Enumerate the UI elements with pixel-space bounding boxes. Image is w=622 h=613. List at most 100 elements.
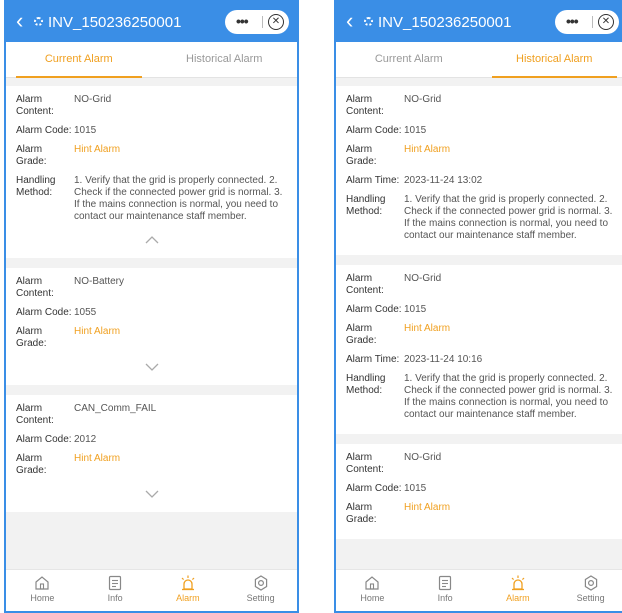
back-chevron-icon[interactable]: ‹ xyxy=(346,10,353,32)
alarm-content-label: Alarm Content: xyxy=(346,94,384,117)
expand-toggle[interactable] xyxy=(16,484,287,506)
chevron-down-icon[interactable] xyxy=(145,490,159,498)
alarm-content-value: NO-Battery xyxy=(74,276,125,287)
tab-historical-alarm[interactable]: Historical Alarm xyxy=(482,42,622,78)
alarm-grade-value: Hint Alarm xyxy=(404,502,451,513)
alarm-grade-label: Alarm Grade: xyxy=(346,144,377,167)
handling-method-value: 1. Verify that the grid is properly conn… xyxy=(404,194,613,241)
handling-method-label: Handling Method: xyxy=(346,373,386,396)
alarm-code-label: Alarm Code: xyxy=(16,307,72,318)
setting-icon xyxy=(254,575,267,591)
tabbar-setting-label: Setting xyxy=(246,593,275,603)
device-title: INV_150236250001 xyxy=(48,14,182,31)
alarm-content-label: Alarm Content: xyxy=(16,276,54,299)
alarm-grade-label: Alarm Grade: xyxy=(346,323,377,346)
alarm-card: Alarm Content: NO-Grid Alarm Code: 1015 Al… xyxy=(6,86,297,258)
tabbar-info[interactable]: Info xyxy=(79,570,152,611)
capsule-divider xyxy=(592,16,593,28)
tabbar-info[interactable]: Info xyxy=(409,570,482,611)
tabbar-alarm-label: Alarm xyxy=(176,593,200,603)
tabbar-setting[interactable]: Setting xyxy=(554,570,622,611)
alarm-content-label: Alarm Content: xyxy=(346,452,384,475)
alarm-grade-value: Hint Alarm xyxy=(404,144,451,155)
alarm-code-value: 1015 xyxy=(404,304,427,315)
header-bar: ‹ INV_150236250001 ••• ✕ xyxy=(6,2,297,42)
tab-historical-alarm[interactable]: Historical Alarm xyxy=(152,42,298,78)
chevron-down-icon[interactable] xyxy=(145,363,159,371)
home-icon xyxy=(365,576,379,590)
close-icon[interactable]: ✕ xyxy=(598,14,614,30)
tabbar-home[interactable]: Home xyxy=(336,570,409,611)
alarm-code-value: 1015 xyxy=(404,125,427,136)
alarm-content-label: Alarm Content: xyxy=(16,94,54,117)
alarm-code-label: Alarm Code: xyxy=(16,434,72,445)
alarm-content-value: NO-Grid xyxy=(404,452,442,463)
current-alarm-screen: ‹ INV_150236250001 ••• ✕ Current Alarm H… xyxy=(4,0,299,613)
alarm-list: Alarm Content: NO-Grid Alarm Code: 1015 Al… xyxy=(6,86,297,569)
alarm-code-label: Alarm Code: xyxy=(16,125,72,136)
header-bar: ‹ INV_150236250001 ••• ✕ xyxy=(336,2,622,42)
alarm-content-label: Alarm Content: xyxy=(16,403,54,426)
alarm-time-value: 2023-11-24 10:16 xyxy=(404,354,483,365)
capsule-divider xyxy=(262,16,263,28)
alarm-card: Alarm Content: NO-Battery Alarm Code: 1055… xyxy=(6,268,297,385)
alarm-code-label: Alarm Code: xyxy=(346,483,402,494)
alarm-grade-value: Hint Alarm xyxy=(74,453,121,464)
tabbar-info-label: Info xyxy=(437,593,453,603)
bottom-tab-bar: Home Info Alarm Setting xyxy=(6,569,297,611)
tabbar-alarm-label: Alarm xyxy=(506,593,530,603)
close-icon[interactable]: ✕ xyxy=(268,14,284,30)
alarm-list: Alarm Content: NO-Grid Alarm Code: 1015 Al… xyxy=(336,86,622,569)
tab-current-alarm[interactable]: Current Alarm xyxy=(6,42,152,78)
alarm-content-value: NO-Grid xyxy=(404,94,442,105)
alarm-icon xyxy=(181,575,195,591)
alarm-code-value: 1015 xyxy=(404,483,427,494)
collapse-toggle[interactable] xyxy=(16,230,287,252)
chevron-up-icon[interactable] xyxy=(145,236,159,244)
alarm-code-value: 1015 xyxy=(74,125,97,136)
back-chevron-icon[interactable]: ‹ xyxy=(16,10,23,32)
home-icon xyxy=(35,576,49,590)
device-icon xyxy=(364,17,373,26)
tabbar-home[interactable]: Home xyxy=(6,570,79,611)
alarm-grade-label: Alarm Grade: xyxy=(16,453,47,476)
alarm-code-label: Alarm Code: xyxy=(346,125,402,136)
tabbar-home-label: Home xyxy=(360,593,385,603)
alarm-content-value: CAN_Comm_FAIL xyxy=(74,403,157,414)
alarm-card: Alarm Content: NO-Grid Alarm Code: 1015 Al… xyxy=(336,265,622,434)
mini-program-capsule: ••• ✕ xyxy=(555,10,619,34)
handling-method-label: Handling Method: xyxy=(16,175,56,198)
historical-alarm-screen: ‹ INV_150236250001 ••• ✕ Current Alarm H… xyxy=(334,0,622,613)
expand-toggle[interactable] xyxy=(16,357,287,379)
alarm-code-value: 1055 xyxy=(74,307,97,318)
alarm-card: Alarm Content: CAN_Comm_FAIL Alarm Code: 2… xyxy=(6,395,297,512)
alarm-content-label: Alarm Content: xyxy=(346,273,384,296)
alarm-icon xyxy=(511,575,525,591)
tabbar-info-label: Info xyxy=(107,593,123,603)
tabbar-setting-label: Setting xyxy=(576,593,605,603)
alarm-time-label: Alarm Time: xyxy=(346,175,400,186)
alarm-grade-label: Alarm Grade: xyxy=(346,502,377,525)
alarm-card: Alarm Content: NO-Grid Alarm Code: 1015 Al… xyxy=(336,86,622,255)
handling-method-value: 1. Verify that the grid is properly conn… xyxy=(74,175,283,222)
tabbar-alarm[interactable]: Alarm xyxy=(152,570,225,611)
info-icon xyxy=(439,575,452,591)
bottom-tab-bar: Home Info Alarm Setting xyxy=(336,569,622,611)
alarm-time-value: 2023-11-24 13:02 xyxy=(404,175,483,186)
more-icon[interactable]: ••• xyxy=(566,13,579,29)
alarm-tabs: Current Alarm Historical Alarm xyxy=(6,42,297,78)
device-title: INV_150236250001 xyxy=(378,14,512,31)
alarm-grade-label: Alarm Grade: xyxy=(16,144,47,167)
device-icon xyxy=(34,17,43,26)
more-icon[interactable]: ••• xyxy=(236,13,249,29)
tab-current-alarm[interactable]: Current Alarm xyxy=(336,42,482,78)
tabbar-setting[interactable]: Setting xyxy=(224,570,297,611)
tabbar-alarm[interactable]: Alarm xyxy=(482,570,555,611)
info-icon xyxy=(109,575,122,591)
alarm-code-label: Alarm Code: xyxy=(346,304,402,315)
alarm-tabs: Current Alarm Historical Alarm xyxy=(336,42,622,78)
handling-method-label: Handling Method: xyxy=(346,194,386,217)
alarm-grade-value: Hint Alarm xyxy=(74,326,121,337)
alarm-code-value: 2012 xyxy=(74,434,97,445)
alarm-content-value: NO-Grid xyxy=(404,273,442,284)
